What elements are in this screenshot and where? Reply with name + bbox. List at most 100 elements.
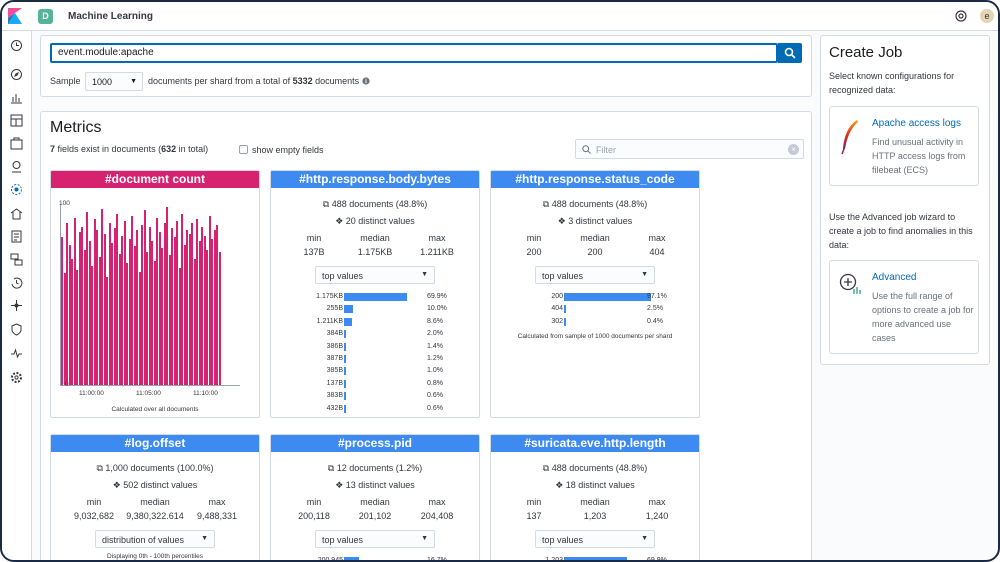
dashboard-icon[interactable]: [10, 114, 23, 127]
clear-filter-icon[interactable]: ×: [788, 144, 799, 155]
uptime-icon[interactable]: [10, 276, 23, 289]
search-button[interactable]: [778, 43, 802, 63]
card-note: Calculated over all documents: [111, 406, 199, 413]
x-tick-label: 11:10:00: [193, 390, 218, 397]
top-values-select[interactable]: top values ▼: [315, 530, 435, 548]
x-tick-label: 11:00:00: [79, 390, 104, 397]
kibana-logo-icon[interactable]: [8, 8, 22, 24]
top-value-row[interactable]: 1,203 69.9%: [491, 556, 699, 560]
sample-size-select[interactable]: 1000 ▼: [85, 72, 143, 91]
distinct-stat: ❖ 18 distinct values: [491, 480, 699, 491]
management-gear-icon[interactable]: [10, 371, 23, 384]
canvas-icon[interactable]: [10, 137, 23, 150]
top-value-bar: [344, 392, 346, 401]
documents-text: 1,000 documents (100.0%): [105, 463, 214, 473]
chevron-down-icon: ▼: [421, 535, 428, 542]
top-values-select[interactable]: top values ▼: [535, 530, 655, 548]
logs-icon[interactable]: [10, 230, 23, 243]
distinct-stat: ❖ 502 distinct values: [51, 480, 259, 491]
top-value-row[interactable]: 255B 10.0%: [271, 304, 479, 315]
documents-icon: ⧉: [327, 463, 337, 473]
show-empty-checkbox[interactable]: [239, 145, 248, 154]
show-empty-label: show empty fields: [252, 145, 324, 155]
min-value: 137B: [303, 247, 325, 257]
distinct-values-icon: ❖: [112, 480, 124, 490]
top-value-label: 386B: [326, 342, 343, 350]
distinct-text: 20 distinct values: [345, 216, 415, 226]
top-value-bar: [564, 317, 566, 326]
page-title: Machine Learning: [68, 11, 154, 22]
fields-text: fields exist in documents (: [57, 144, 162, 154]
apm-icon[interactable]: [10, 253, 23, 266]
advanced-job-card[interactable]: Advanced Use the full range of options t…: [829, 260, 979, 354]
card-title: #suricata.eve.http.length: [491, 435, 699, 452]
siem-icon[interactable]: [10, 323, 23, 336]
visualize-icon[interactable]: [10, 91, 23, 104]
help-icon[interactable]: [955, 10, 967, 22]
fields-count: 7: [50, 144, 56, 154]
max-label: max: [648, 233, 666, 243]
info-icon[interactable]: [362, 77, 370, 85]
x-axis: [60, 385, 240, 386]
apache-card-title: Apache access logs: [872, 118, 961, 129]
top-value-row[interactable]: 383B 0.6%: [271, 391, 479, 402]
discover-icon[interactable]: [10, 68, 23, 81]
max-value: 1,240: [645, 511, 669, 521]
distinct-stat: ❖ 13 distinct values: [271, 480, 479, 491]
documents-text: 488 documents (48.8%): [331, 199, 428, 209]
top-values-select[interactable]: top values ▼: [315, 266, 435, 284]
card-http-response-status-code: #http.response.status_code ⧉ 488 documen…: [490, 170, 700, 418]
top-values-select[interactable]: top values ▼: [535, 266, 655, 284]
sample-text-after: documents: [315, 76, 360, 86]
card-log-offset: #log.offset ⧉ 1,000 documents (100.0%) ❖…: [50, 434, 260, 560]
distribution-select[interactable]: distribution of values ▼: [95, 530, 215, 548]
infrastructure-icon[interactable]: [10, 207, 23, 220]
select-value: top values: [322, 271, 364, 281]
space-badge[interactable]: D: [38, 9, 53, 24]
top-value-row[interactable]: 137B 0.8%: [271, 379, 479, 390]
top-value-percent: 97.1%: [647, 293, 667, 300]
median-value: 9,380,322.614: [126, 511, 184, 521]
top-value-row[interactable]: 1.211KB 8.6%: [271, 317, 479, 328]
maps-icon[interactable]: [10, 160, 23, 173]
documents-stat: ⧉ 488 documents (48.8%): [271, 199, 479, 210]
top-value-label: 200,945: [317, 557, 343, 562]
sample-description: documents per shard from a total of 5332…: [148, 76, 370, 86]
top-value-row[interactable]: 385B 1.0%: [271, 366, 479, 377]
top-value-bar: [564, 293, 651, 301]
top-value-row[interactable]: 384B 2.0%: [271, 329, 479, 340]
max-label: max: [208, 497, 226, 507]
search-input[interactable]: event.module:apache: [50, 43, 778, 63]
top-value-row[interactable]: 432B 0.6%: [271, 404, 479, 415]
top-value-row[interactable]: 404 2.5%: [491, 304, 699, 315]
max-value: 204,408: [420, 511, 454, 521]
card-title: #document count: [51, 171, 259, 188]
top-value-row[interactable]: 200,945 16.7%: [271, 556, 479, 562]
top-value-percent: 0.6%: [427, 392, 443, 400]
filter-input[interactable]: Filter ×: [575, 139, 804, 159]
min-value: 200: [526, 247, 542, 257]
top-value-row[interactable]: 387B 1.2%: [271, 354, 479, 365]
clock-icon[interactable]: [10, 39, 23, 52]
top-value-bar: [564, 305, 567, 314]
apache-access-logs-card[interactable]: Apache access logs Find unusual activity…: [829, 106, 979, 186]
top-value-row[interactable]: 1.175KB 69.9%: [271, 292, 479, 303]
distinct-text: 13 distinct values: [345, 480, 415, 490]
user-avatar[interactable]: e: [980, 9, 994, 23]
top-value-percent: 2.5%: [647, 305, 663, 313]
median-value: 1,203: [583, 511, 607, 521]
monitoring-icon[interactable]: [10, 347, 23, 360]
top-value-row[interactable]: 302 0.4%: [491, 317, 699, 328]
top-value-label: 1.175KB: [316, 293, 343, 300]
graph-icon[interactable]: [10, 299, 23, 312]
machine-learning-icon[interactable]: [10, 183, 23, 196]
top-value-row[interactable]: 386B 1.4%: [271, 342, 479, 353]
top-value-label: 1.211KB: [316, 317, 343, 325]
app-window: D Machine Learning e → event.module:apac…: [0, 0, 1000, 562]
histogram-bar: [218, 251, 221, 385]
documents-icon: ⧉: [542, 199, 552, 209]
top-value-row[interactable]: 200 97.1%: [491, 292, 699, 303]
card-title: #process.pid: [271, 435, 479, 452]
top-value-percent: 0.8%: [427, 379, 443, 387]
max-value: 404: [649, 247, 665, 257]
